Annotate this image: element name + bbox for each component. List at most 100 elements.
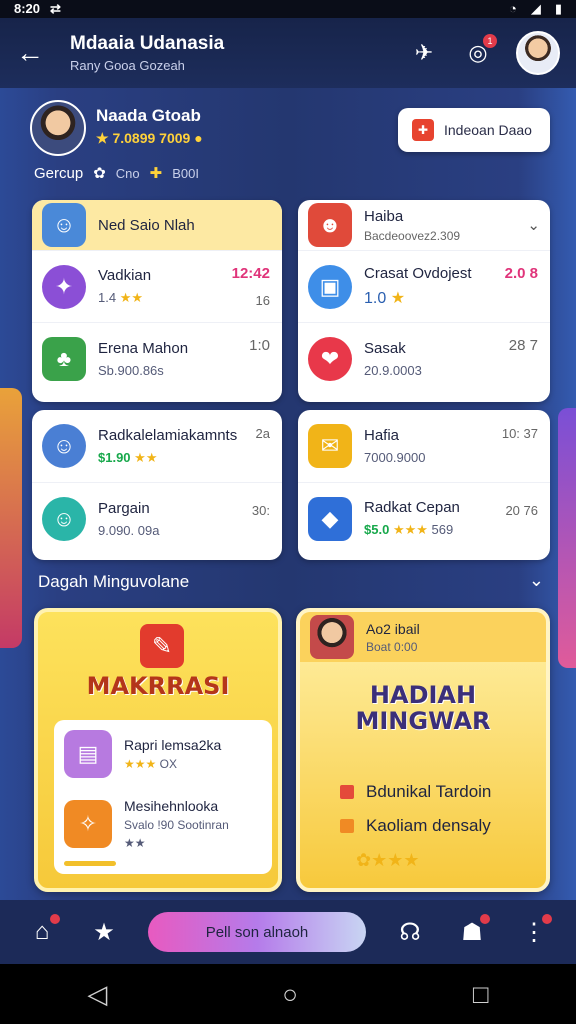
group-value-a: Cno (115, 165, 140, 181)
play-now-button[interactable]: Pell son alnaoh (148, 912, 366, 952)
wifi-icon: ◔ (508, 1, 517, 16)
back-nav-icon[interactable]: ◁ (87, 979, 107, 1010)
game-thumb-icon: ▤ (64, 730, 112, 778)
promo-bullet: Kaoliam densaly (340, 816, 491, 836)
item-value: 20 76 (505, 503, 538, 518)
item-value: 28 7 (508, 337, 538, 354)
gift-icon: ✎ (140, 624, 184, 668)
card-avatar: ☺ (42, 203, 86, 247)
star-icon[interactable]: ★ (86, 914, 122, 950)
card-top-left[interactable]: ☺ Ned Saio Nlah ✦ Vadkian 1.4 ★★ 12:42 1… (32, 200, 282, 402)
decoration-right (558, 408, 576, 668)
home-badge (50, 914, 60, 924)
invite-label: Indeoan Daao (444, 122, 532, 138)
promo-head-name: Ao2 ibail (366, 620, 420, 637)
decoration-left (0, 388, 22, 648)
section-title: Dagah Minguvolane (38, 572, 190, 591)
item-name: Mesihehnlooka (124, 798, 219, 814)
group-label: Gercup (34, 164, 84, 182)
system-nav: ◁ ○ □ (0, 964, 576, 1024)
profile-avatar[interactable] (30, 100, 86, 156)
notification-icon[interactable]: ◎ 1 (462, 34, 497, 69)
list-item[interactable]: ◆ Radkat Cepan $5.0 ★★★ 569 20 76 (298, 482, 550, 554)
item-value: 1:0 (249, 337, 270, 354)
promo-banner: HADIAH MINGWAR (355, 681, 491, 735)
promo-header: Ao2 ibail Boat 0:00 (300, 612, 546, 662)
clock: 8:20 (14, 1, 41, 16)
sync-icon: ⇄ (50, 1, 61, 16)
home-nav-icon[interactable]: ○ (282, 979, 298, 1010)
game-thumb-icon: ♣ (42, 336, 86, 381)
list-item[interactable]: ▣ Crasat Ovdojest 1.0 ★ 2.0 8 (298, 250, 550, 322)
promo-card-right[interactable]: Ao2 ibail Boat 0:00 HADIAH MINGWAR Bduni… (296, 608, 550, 892)
support-icon[interactable]: ☊ (392, 914, 428, 950)
battery-icon: ▮ (554, 1, 562, 16)
group-value-b: B00I (172, 165, 199, 181)
promo-banner: MAKRRASI (86, 672, 230, 700)
game-thumb-icon: ✧ (64, 800, 112, 848)
invite-button[interactable]: ✚ Indeoan Daao (398, 108, 550, 152)
item-meta: 9.090. 09a (98, 522, 160, 538)
user-avatar (310, 615, 354, 659)
back-icon[interactable]: ← (16, 37, 56, 69)
card-avatar: ☻ (308, 203, 352, 247)
item-value: 30: (251, 503, 270, 518)
item-meta: $5.0 ★★★ 569 (364, 522, 454, 537)
promo-rating: ✿★★★ (356, 850, 420, 870)
item-name: Erena Mahon (98, 339, 189, 357)
list-item[interactable]: ✦ Vadkian 1.4 ★★ 12:42 16 (32, 250, 282, 322)
item-meta: ★★★ OX (124, 757, 177, 771)
card-header-label: Haiba (364, 207, 404, 225)
game-thumb-icon: ✦ (42, 264, 86, 309)
gift-icon: ✚ (412, 119, 434, 141)
progress-bar (64, 861, 116, 866)
user-avatar: ☺ (42, 496, 86, 541)
more-badge (542, 914, 552, 924)
chevron-down-icon[interactable]: ⌄ (529, 570, 544, 591)
group-icon-a: ✿ (93, 165, 106, 182)
promo-card-left[interactable]: ✎ MAKRRASI ▤ Rapri lemsa2ka ★★★ OX ✧ Mes… (34, 608, 282, 892)
card-header-sub: Bacdeoovez2.309 (364, 228, 461, 243)
game-thumb-icon: ◆ (308, 496, 352, 541)
share-icon[interactable]: ✈ (408, 37, 440, 69)
chat-icon[interactable]: ☗ (454, 914, 490, 950)
bottom-nav: ⌂ ★ Pell son alnaoh ☊ ☗ ⋮ (0, 900, 576, 964)
item-meta: Svalo !90 Sootinran (124, 818, 229, 832)
item-meta: 20.9.0003 (364, 362, 422, 378)
list-item[interactable]: ☺ Pargain 9.090. 09a 30: (32, 482, 282, 554)
promo-head-meta: Boat 0:00 (366, 639, 418, 654)
list-item[interactable]: ❤ Sasak 20.9.0003 28 7 (298, 322, 550, 394)
chevron-down-icon[interactable]: ⌄ (527, 216, 540, 234)
home-icon[interactable]: ⌂ (24, 914, 60, 950)
list-item[interactable]: ✧ Mesihehnlooka Svalo !90 Sootinran ★★ (64, 798, 229, 850)
group-icon-b: ✚ (149, 165, 163, 182)
list-item[interactable]: ♣ Erena Mahon Sb.900.86s 1:0 (32, 322, 282, 394)
app-title: Mdaaia Udanasia (70, 33, 225, 54)
user-avatar: ☺ (42, 424, 86, 468)
bullet-icon (340, 785, 354, 799)
promo-bullet: Bdunikal Tardoin (340, 782, 491, 802)
avatar[interactable] (516, 31, 560, 75)
item-value: 2.0 8 (504, 265, 538, 282)
card-header: ☻ Haiba Bacdeoovez2.309 ⌄ (298, 200, 550, 250)
list-item[interactable]: ▤ Rapri lemsa2ka ★★★ OX (64, 730, 221, 778)
card-header-label: Ned Saio Nlah (98, 216, 195, 234)
item-name: Rapri lemsa2ka (124, 737, 222, 753)
card-mid-right[interactable]: ✉ Hafia 7000.9000 10: 37 ◆ Radkat Cepan … (298, 410, 550, 560)
list-item[interactable]: ☺ Radkalelamiakamnts $1.90 ★★ 2a (32, 410, 282, 482)
card-mid-left[interactable]: ☺ Radkalelamiakamnts $1.90 ★★ 2a ☺ Parga… (32, 410, 282, 560)
status-bar: 8:20 ⇄ ◔ ◢ ▮ (0, 0, 576, 18)
app-bar: ← Mdaaia Udanasia Rany Gooa Gozeah ✈ ◎ 1 (0, 18, 576, 88)
list-item[interactable]: ✉ Hafia 7000.9000 10: 37 (298, 410, 550, 482)
card-top-right[interactable]: ☻ Haiba Bacdeoovez2.309 ⌄ ▣ Crasat Ovdoj… (298, 200, 550, 402)
item-value: 10: 37 (501, 426, 538, 441)
item-name: Radkalelamiakamnts (98, 426, 238, 444)
notification-badge: 1 (483, 34, 497, 48)
game-thumb-icon: ▣ (308, 264, 352, 309)
recents-nav-icon[interactable]: □ (473, 979, 489, 1010)
main-content: Naada Gtoab ★ 7.0899 7009 ● ✚ Indeoan Da… (0, 88, 576, 900)
more-icon[interactable]: ⋮ (516, 914, 552, 950)
app-subtitle: Rany Gooa Gozeah (70, 58, 185, 73)
game-thumb-icon: ❤ (308, 336, 352, 381)
item-value: 12:42 (231, 265, 270, 282)
